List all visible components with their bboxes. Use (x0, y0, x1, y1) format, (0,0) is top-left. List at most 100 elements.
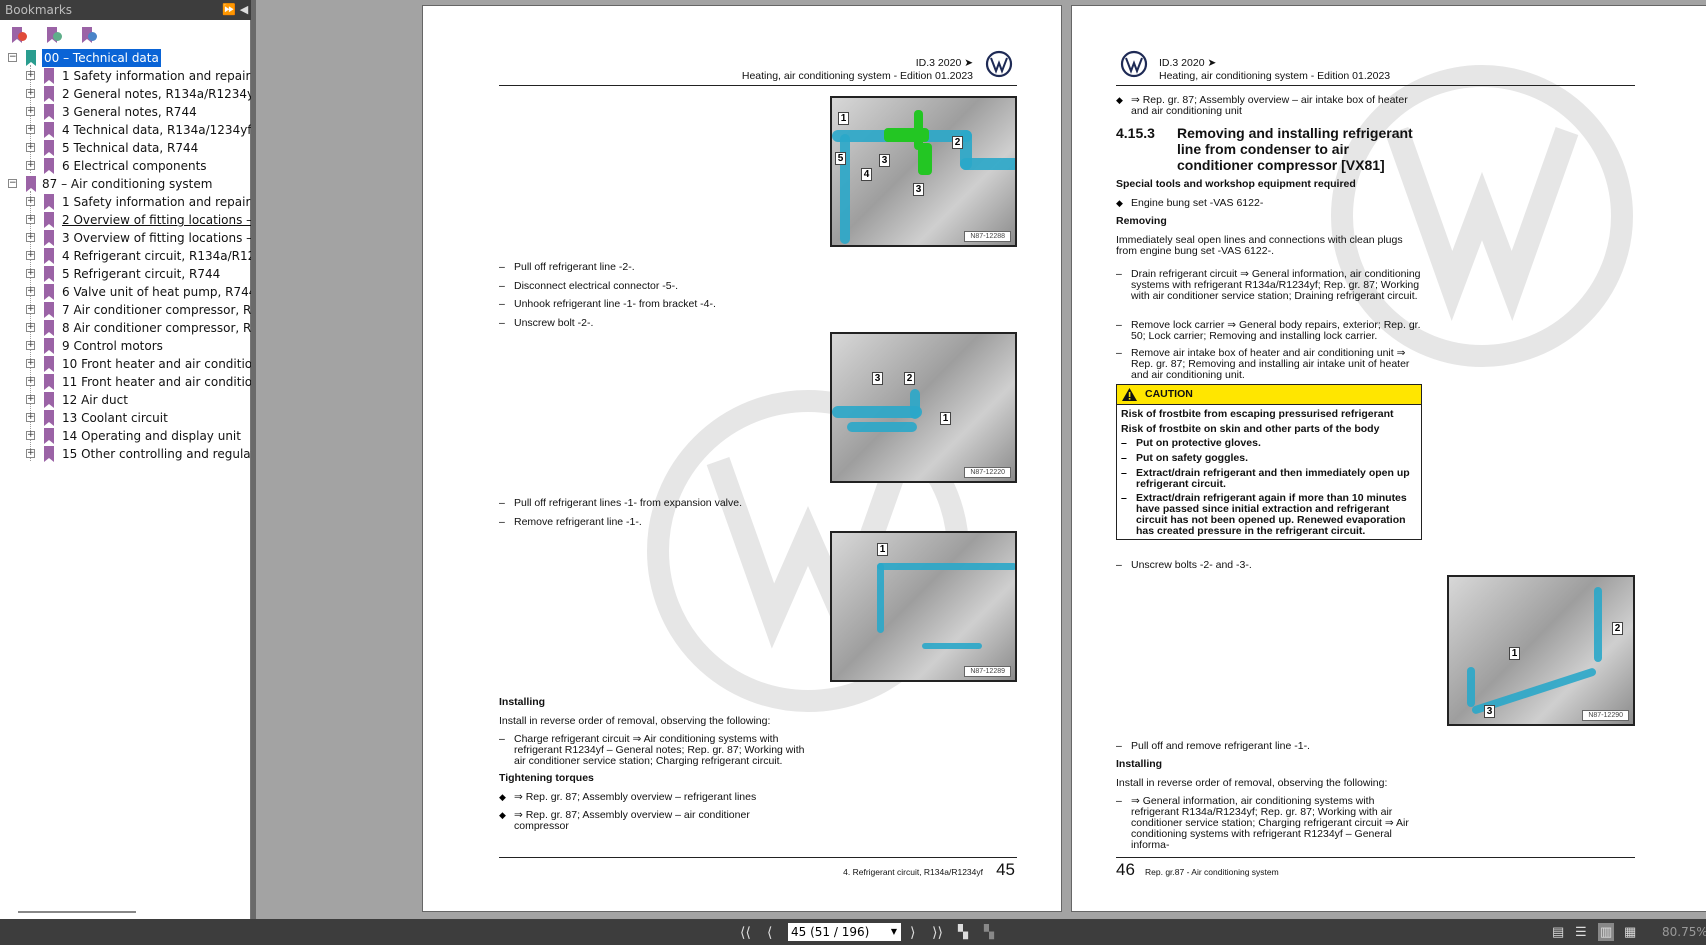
expand-icon[interactable]: + (26, 359, 35, 368)
two-page-continuous-view-icon[interactable]: ▦ (1624, 923, 1636, 941)
bookmark-item[interactable]: +6 Electrical components (0, 157, 251, 175)
bookmark-item[interactable]: +2 Overview of fitting locations – air (0, 211, 251, 229)
panel-splitter[interactable] (251, 0, 256, 919)
next-page-icon[interactable]: ⟩ (910, 923, 915, 941)
bookmark-item[interactable]: +14 Operating and display unit (0, 427, 251, 445)
go-to-bookmark-icon[interactable] (82, 27, 98, 45)
bookmark-label[interactable]: 1 Safety information and repair notes (62, 67, 251, 85)
bookmark-item[interactable]: +1 Safety information and repair notes (0, 193, 251, 211)
bookmark-label[interactable]: 13 Coolant circuit (62, 409, 168, 427)
single-page-view-icon[interactable]: ▤ (1552, 923, 1564, 941)
collapse-icon[interactable]: − (8, 179, 17, 188)
expand-icon[interactable]: + (26, 323, 35, 332)
expand-icon[interactable]: + (26, 305, 35, 314)
sidebar-horizontal-scrollbar[interactable] (18, 911, 136, 913)
bookmark-item[interactable]: +10 Front heater and air conditioning (0, 355, 251, 373)
bookmark-label[interactable]: 4 Refrigerant circuit, R134a/R1234yf (62, 247, 251, 265)
expand-icon[interactable]: + (26, 215, 35, 224)
bookmark-label[interactable]: 11 Front heater and air conditioning (62, 373, 251, 391)
expand-icon[interactable]: + (26, 269, 35, 278)
bookmark-item[interactable]: +9 Control motors (0, 337, 251, 355)
bookmark-group[interactable]: − 00 – Technical data (0, 49, 251, 67)
expand-icon[interactable]: + (26, 71, 35, 80)
bookmark-item[interactable]: +15 Other controlling and regulating (0, 445, 251, 463)
expand-icon[interactable]: + (26, 413, 35, 422)
bookmark-item[interactable]: +4 Technical data, R134a/1234yf (0, 121, 251, 139)
bookmark-item[interactable]: +13 Coolant circuit (0, 409, 251, 427)
expand-icon[interactable]: + (26, 251, 35, 260)
bookmark-icon (44, 284, 54, 300)
bookmark-label[interactable]: 9 Control motors (62, 337, 163, 355)
dash-marker: – (1121, 467, 1127, 479)
bookmark-label[interactable]: 3 Overview of fitting locations – air (62, 229, 251, 247)
dash-marker: – (1116, 347, 1122, 359)
list-item: Extract/drain refrigerant and then immed… (1136, 467, 1410, 490)
bookmark-item[interactable]: +1 Safety information and repair notes (0, 67, 251, 85)
bookmark-label[interactable]: 5 Refrigerant circuit, R744 (62, 265, 220, 283)
bookmark-label[interactable]: 3 General notes, R744 (62, 103, 197, 121)
bookmark-label[interactable]: 15 Other controlling and regulating (62, 445, 251, 463)
bookmark-label[interactable]: 8 Air conditioner compressor, R744 (62, 319, 251, 337)
expand-icon[interactable]: + (26, 395, 35, 404)
bookmark-item[interactable]: +5 Refrigerant circuit, R744 (0, 265, 251, 283)
two-page-view-icon[interactable]: ▥ (1598, 923, 1615, 941)
bookmark-label[interactable]: 2 Overview of fitting locations – air (62, 211, 251, 229)
bookmark-label[interactable]: 10 Front heater and air conditioning (62, 355, 251, 373)
dropdown-arrow-icon[interactable]: ▼ (891, 923, 897, 941)
bookmark-item[interactable]: +7 Air conditioner compressor, R134a (0, 301, 251, 319)
figure-label: N87-12290 (1582, 710, 1629, 721)
next-view-icon[interactable]: ▚ (984, 923, 994, 941)
bookmark-label[interactable]: 87 – Air conditioning system (42, 175, 212, 193)
bookmark-item[interactable]: +3 General notes, R744 (0, 103, 251, 121)
bookmark-label[interactable]: 6 Electrical components (62, 157, 207, 175)
expand-icon[interactable]: + (26, 449, 35, 458)
bookmark-label[interactable]: 6 Valve unit of heat pump, R744 (62, 283, 251, 301)
expand-icon[interactable]: + (26, 197, 35, 206)
bookmark-label[interactable]: 14 Operating and display unit (62, 427, 241, 445)
expand-icon[interactable]: + (26, 107, 35, 116)
bookmark-item[interactable]: +8 Air conditioner compressor, R744 (0, 319, 251, 337)
bookmark-item[interactable]: +6 Valve unit of heat pump, R744 (0, 283, 251, 301)
delete-bookmark-icon[interactable] (12, 27, 28, 45)
collapse-panel-icon[interactable]: ◀ (238, 0, 250, 20)
add-bookmark-icon[interactable] (47, 27, 63, 45)
bookmark-label[interactable]: 00 – Technical data (42, 49, 161, 67)
bookmark-item[interactable]: +5 Technical data, R744 (0, 139, 251, 157)
expand-icon[interactable]: + (26, 233, 35, 242)
bookmark-item[interactable]: +11 Front heater and air conditioning (0, 373, 251, 391)
dash-marker: – (1116, 319, 1122, 331)
dash-marker: – (1121, 492, 1127, 504)
bookmark-label[interactable]: 4 Technical data, R134a/1234yf (62, 121, 251, 139)
continuous-view-icon[interactable]: ☰ (1575, 923, 1587, 941)
bookmark-item[interactable]: +2 General notes, R134a/R1234yf (0, 85, 251, 103)
previous-view-icon[interactable]: ▚ (958, 923, 968, 941)
previous-page-icon[interactable]: ⟨ (767, 923, 772, 941)
last-page-icon[interactable]: ⟩⟩ (932, 923, 943, 941)
collapse-icon[interactable]: − (8, 53, 17, 62)
bookmark-item[interactable]: +12 Air duct (0, 391, 251, 409)
expand-icon[interactable]: + (26, 125, 35, 134)
expand-icon[interactable]: + (26, 89, 35, 98)
bookmark-icon (44, 194, 54, 210)
first-page-icon[interactable]: ⟨⟨ (740, 923, 751, 941)
zoom-level[interactable]: 80.75% (1662, 923, 1706, 941)
bookmark-label[interactable]: 2 General notes, R134a/R1234yf (62, 85, 251, 103)
bookmark-group[interactable]: − 87 – Air conditioning system (0, 175, 251, 193)
expand-icon[interactable]: + (26, 377, 35, 386)
expand-icon[interactable]: + (26, 431, 35, 440)
bookmark-label[interactable]: 12 Air duct (62, 391, 128, 409)
bookmark-icon (44, 248, 54, 264)
expand-icon[interactable]: + (26, 287, 35, 296)
step-unscrew: Unscrew bolts -2- and -3-. (1131, 559, 1252, 571)
bookmark-item[interactable]: +4 Refrigerant circuit, R134a/R1234yf (0, 247, 251, 265)
expand-panel-icon[interactable]: ⏩ (222, 0, 236, 20)
dash-marker: – (499, 261, 505, 273)
expand-icon[interactable]: + (26, 161, 35, 170)
bookmark-label[interactable]: 5 Technical data, R744 (62, 139, 198, 157)
bookmark-label[interactable]: 1 Safety information and repair notes (62, 193, 251, 211)
expand-icon[interactable]: + (26, 143, 35, 152)
bookmark-label[interactable]: 7 Air conditioner compressor, R134a (62, 301, 251, 319)
expand-icon[interactable]: + (26, 341, 35, 350)
bookmark-item[interactable]: +3 Overview of fitting locations – air (0, 229, 251, 247)
page-number-input[interactable]: 45 (51 / 196) ▼ (788, 923, 901, 941)
